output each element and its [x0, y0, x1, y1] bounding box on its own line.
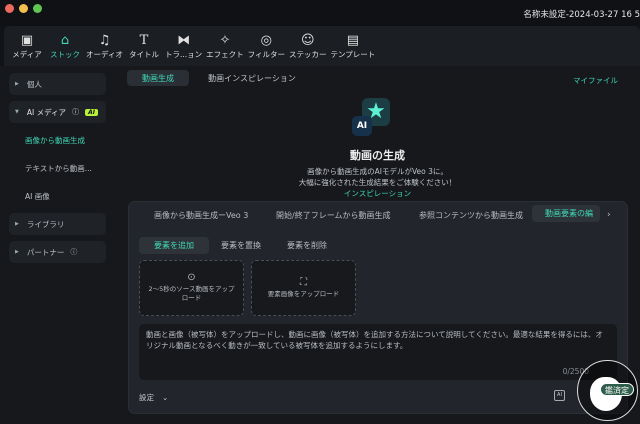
- chevron-right-icon: ▶: [15, 221, 19, 227]
- my-files-link[interactable]: マイファイル: [573, 75, 618, 86]
- mode-tab-start-end-frame[interactable]: 開始/終了フレームから動画生成: [276, 210, 390, 221]
- transition-icon: ⧓: [177, 32, 191, 48]
- tab-video-generation[interactable]: 動画生成: [127, 70, 189, 86]
- sidebar-item-library[interactable]: ▶ ライブラリ: [9, 213, 106, 235]
- title-bar: 名称未設定-2024-03-27 16 5: [0, 0, 640, 26]
- sidebar: ▶ 個人 ▼ AI メディア ⓘ AI 画像から動画生成 テキストから動画... AI …: [0, 66, 115, 424]
- mode-tab-video-element[interactable]: 動画要素の編: [532, 205, 600, 222]
- sidebar-item-label: パートナー: [26, 247, 65, 257]
- ai-assist-icon[interactable]: AI: [554, 390, 565, 401]
- tool-sticker[interactable]: ☺ ステッカー: [289, 26, 327, 66]
- subtab-delete-element[interactable]: 要素を削除: [275, 237, 339, 254]
- hero-line-1: 画像から動画生成のAIモデルがVeo 3に。: [307, 167, 448, 176]
- help-icon[interactable]: ⓘ: [72, 107, 79, 117]
- upload-image-label: 要素画像をアップロード: [267, 289, 340, 298]
- tool-title[interactable]: T タイトル: [127, 26, 161, 66]
- store-icon: ⌂: [60, 32, 70, 48]
- tool-effect[interactable]: ✧ エフェクト: [206, 26, 244, 66]
- tool-label: オーディオ: [86, 49, 123, 59]
- ai-icon-label: AI: [352, 116, 372, 136]
- tool-label: フィルター: [247, 49, 285, 59]
- close-window-button[interactable]: [5, 4, 14, 13]
- toolbar: ▣ メディア ⌂ ストック ♫ オーディオ T タイトル ⧓ トラ...ョン ✧ エフェクト…: [4, 26, 640, 66]
- sidebar-sub-image-to-video[interactable]: 画像から動画生成: [25, 135, 85, 146]
- sidebar-item-partner[interactable]: ▶ パートナー ⓘ: [9, 241, 106, 263]
- chevron-right-icon[interactable]: ›: [607, 210, 611, 220]
- title-icon: T: [139, 32, 149, 48]
- tool-transition[interactable]: ⧓ トラ...ョン: [165, 26, 202, 66]
- minimize-window-button[interactable]: [19, 4, 28, 13]
- tool-label: エフェクト: [206, 49, 244, 59]
- effect-icon: ✧: [219, 32, 231, 48]
- tool-label: メディア: [12, 49, 42, 59]
- template-icon: ▤: [346, 32, 360, 48]
- tool-media[interactable]: ▣ メディア: [10, 26, 44, 66]
- watermark-logo: 鑑済定: [577, 360, 638, 421]
- settings-dropdown[interactable]: 設定 ⌄: [139, 392, 168, 403]
- chevron-right-icon: ▶: [15, 81, 19, 87]
- chevron-down-icon: ⌄: [162, 393, 169, 402]
- tool-label: ストック: [50, 49, 80, 59]
- settings-label: 設定: [139, 393, 154, 402]
- sidebar-item-personal[interactable]: ▶ 個人: [9, 73, 106, 95]
- sidebar-item-ai-media[interactable]: ▼ AI メディア ⓘ AI: [9, 101, 106, 123]
- sticker-icon: ☺: [300, 32, 315, 48]
- sidebar-item-label: ライブラリ: [26, 219, 65, 229]
- tool-template[interactable]: ▤ テンプレート: [331, 26, 376, 66]
- sidebar-sub-text-to-video[interactable]: テキストから動画...: [25, 163, 92, 174]
- prompt-textarea[interactable]: 動画と画像（被写体）をアップロードし、動画に画像（被写体）を追加する方法について…: [139, 324, 617, 380]
- hero-line-2: 大幅に強化された生成結果をご体験ください！: [298, 178, 457, 187]
- help-icon[interactable]: ⓘ: [70, 247, 77, 257]
- inspiration-link[interactable]: インスピレーション: [115, 188, 640, 199]
- ai-magic-wand-icon: ★ AI: [352, 98, 392, 138]
- sidebar-item-label: AI メディア: [26, 107, 67, 117]
- mode-tab-reference[interactable]: 参照コンテンツから動画生成: [419, 210, 523, 221]
- sidebar-sub-ai-image[interactable]: AI 画像: [25, 191, 50, 202]
- chevron-down-icon: ▼: [15, 109, 19, 115]
- tool-label: タイトル: [128, 49, 159, 59]
- upload-image-area[interactable]: ⛶ 要素画像をアップロード: [251, 260, 356, 316]
- filter-icon: ◎: [260, 32, 272, 48]
- mode-tab-veo3[interactable]: 画像から動画生成ーVeo 3: [154, 210, 248, 221]
- subtab-replace-element[interactable]: 要素を置換: [209, 237, 273, 254]
- subtab-add-element[interactable]: 要素を追加: [139, 237, 209, 254]
- main-panel: 動画生成 動画インスピレーション マイファイル ★ AI 動画の生成 画像から動…: [115, 66, 640, 424]
- media-icon: ▣: [20, 32, 34, 48]
- tool-audio[interactable]: ♫ オーディオ: [86, 26, 123, 66]
- upload-video-area[interactable]: ⊙ 2〜5秒のソース動画をアップロード: [139, 260, 244, 316]
- tool-filter[interactable]: ◎ フィルター: [248, 26, 285, 66]
- music-icon: ♫: [98, 32, 111, 48]
- image-icon: ⛶: [300, 276, 307, 288]
- tool-label: ステッカー: [289, 49, 327, 59]
- chevron-right-icon: ▶: [15, 249, 19, 255]
- tool-label: トラ...ョン: [164, 49, 203, 59]
- window-title: 名称未設定-2024-03-27 16 5: [523, 10, 640, 20]
- sidebar-item-label: 個人: [26, 79, 42, 89]
- tab-video-inspiration[interactable]: 動画インスピレーション: [203, 70, 301, 86]
- tool-label: テンプレート: [330, 49, 376, 59]
- ai-badge: AI: [85, 108, 98, 116]
- play-circle-icon: ⊙: [187, 272, 196, 283]
- tool-stock[interactable]: ⌂ ストック: [48, 26, 82, 66]
- maximize-window-button[interactable]: [33, 4, 42, 13]
- prompt-text: 動画と画像（被写体）をアップロードし、動画に画像（被写体）を追加する方法について…: [146, 330, 603, 350]
- upload-video-label: 2〜5秒のソース動画をアップロード: [148, 285, 235, 302]
- generation-card: 画像から動画生成ーVeo 3 開始/終了フレームから動画生成 参照コンテンツから…: [128, 201, 628, 414]
- hero-title: 動画の生成: [350, 149, 405, 162]
